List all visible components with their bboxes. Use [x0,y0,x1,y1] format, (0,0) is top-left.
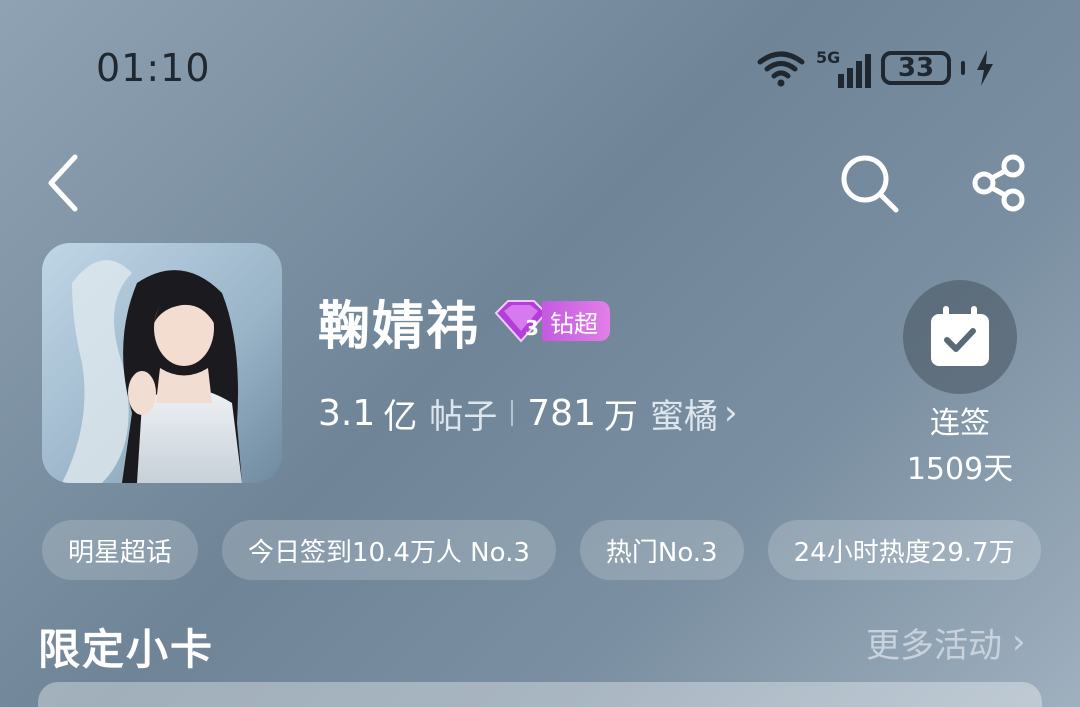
status-time: 01:10 [96,46,211,90]
avatar-image [42,243,282,483]
posts-count: 3.1 [318,392,376,434]
checkin-days: 1509天 [906,452,1014,487]
posts-unit: 亿 [383,396,418,437]
stats-divider [511,400,514,426]
share-button[interactable] [966,150,1032,216]
checkin-label: 连签 [930,406,990,441]
checkin-button[interactable] [903,280,1017,394]
chevron-left-icon [48,154,78,212]
status-bar: 01:10 5G 33 [0,0,1080,130]
chip-checkin-today[interactable]: 今日签到10.4万人 No.3 [222,520,556,580]
battery-tip [961,61,965,75]
battery-indicator: 33 [881,51,951,85]
limited-card-panel[interactable] [38,682,1042,707]
badge-text: 钻超 [542,301,611,341]
fans-unit: 万 [603,396,638,437]
search-button[interactable] [836,150,902,216]
level-badge[interactable]: 3 钻超 [492,299,611,343]
chip-heat-24h[interactable]: 24小时热度29.7万 [767,520,1041,580]
more-activities-link[interactable]: 更多活动 › [866,620,1026,666]
topic-chips: 明星超话 今日签到10.4万人 No.3 热门No.3 24小时热度29.7万 [42,520,1041,580]
section-title: 限定小卡 [38,625,215,674]
chip-star-topic[interactable]: 明星超话 [42,520,199,580]
posts-label: 帖子 [429,396,498,437]
topic-title-row: 鞠婧祎 3 钻超 [318,288,611,357]
topic-name: 鞠婧祎 [318,296,481,357]
status-icons: 5G 33 [756,44,995,92]
network-type: 5G [816,48,841,67]
wifi-icon [757,51,805,87]
charging-icon [977,50,993,86]
topic-stats: 3.1 亿 帖子 781 万 蜜橘 › [318,388,738,438]
fans-count: 781 [527,392,596,434]
share-icon [972,154,1025,212]
topic-avatar[interactable] [42,243,282,483]
badge-level: 3 [525,316,539,340]
signal-icon: 5G [816,48,871,88]
calendar-check-icon [931,306,989,366]
chevron-right-icon: › [723,393,738,433]
more-label: 更多活动 [866,625,1002,666]
battery-level: 33 [897,53,935,83]
chip-hot-rank[interactable]: 热门No.3 [579,520,744,580]
fans-link[interactable]: 781 万 蜜橘 › [527,389,737,438]
chevron-right-icon: › [1012,622,1026,662]
fans-label: 蜜橘 [649,396,718,437]
back-button[interactable] [38,150,88,216]
search-icon [841,155,899,213]
